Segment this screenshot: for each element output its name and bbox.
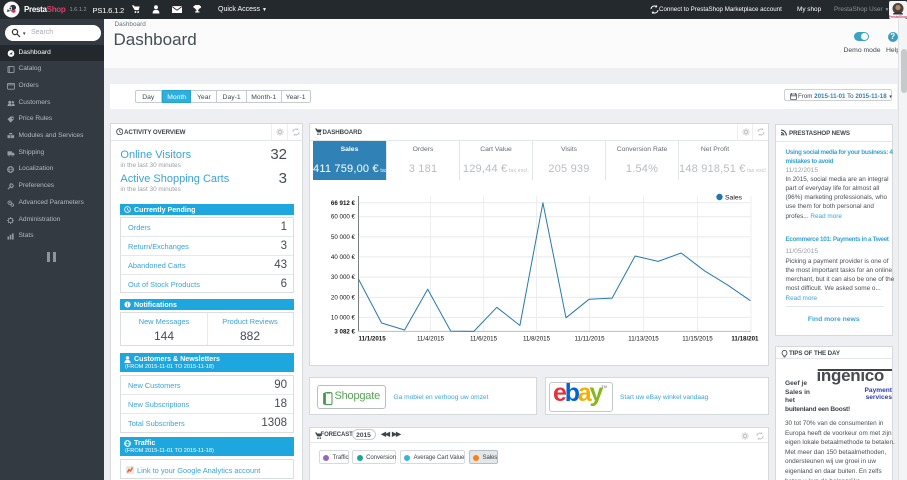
svg-text:30 000 €: 30 000 € <box>330 274 355 281</box>
svg-text:3 082 €: 3 082 € <box>334 328 355 335</box>
svg-text:40 000 €: 40 000 € <box>330 254 355 261</box>
svg-text:11/4/2015: 11/4/2015 <box>416 336 444 343</box>
svg-text:11/18/201: 11/18/201 <box>731 336 759 343</box>
svg-text:11/13/2015: 11/13/2015 <box>628 336 659 343</box>
svg-text:11/1/2015: 11/1/2015 <box>358 336 386 343</box>
svg-text:60 000 €: 60 000 € <box>330 214 355 221</box>
svg-text:11/6/2015: 11/6/2015 <box>469 336 497 343</box>
svg-text:Sales: Sales <box>725 195 743 202</box>
svg-text:11/15/2015: 11/15/2015 <box>682 336 713 343</box>
svg-text:11/8/2015: 11/8/2015 <box>522 336 550 343</box>
svg-text:66 912 €: 66 912 € <box>330 200 355 207</box>
svg-text:10 000 €: 10 000 € <box>330 314 355 321</box>
svg-text:11/11/2015: 11/11/2015 <box>574 336 605 343</box>
svg-text:20 000 €: 20 000 € <box>330 294 355 301</box>
svg-text:50 000 €: 50 000 € <box>330 234 355 241</box>
